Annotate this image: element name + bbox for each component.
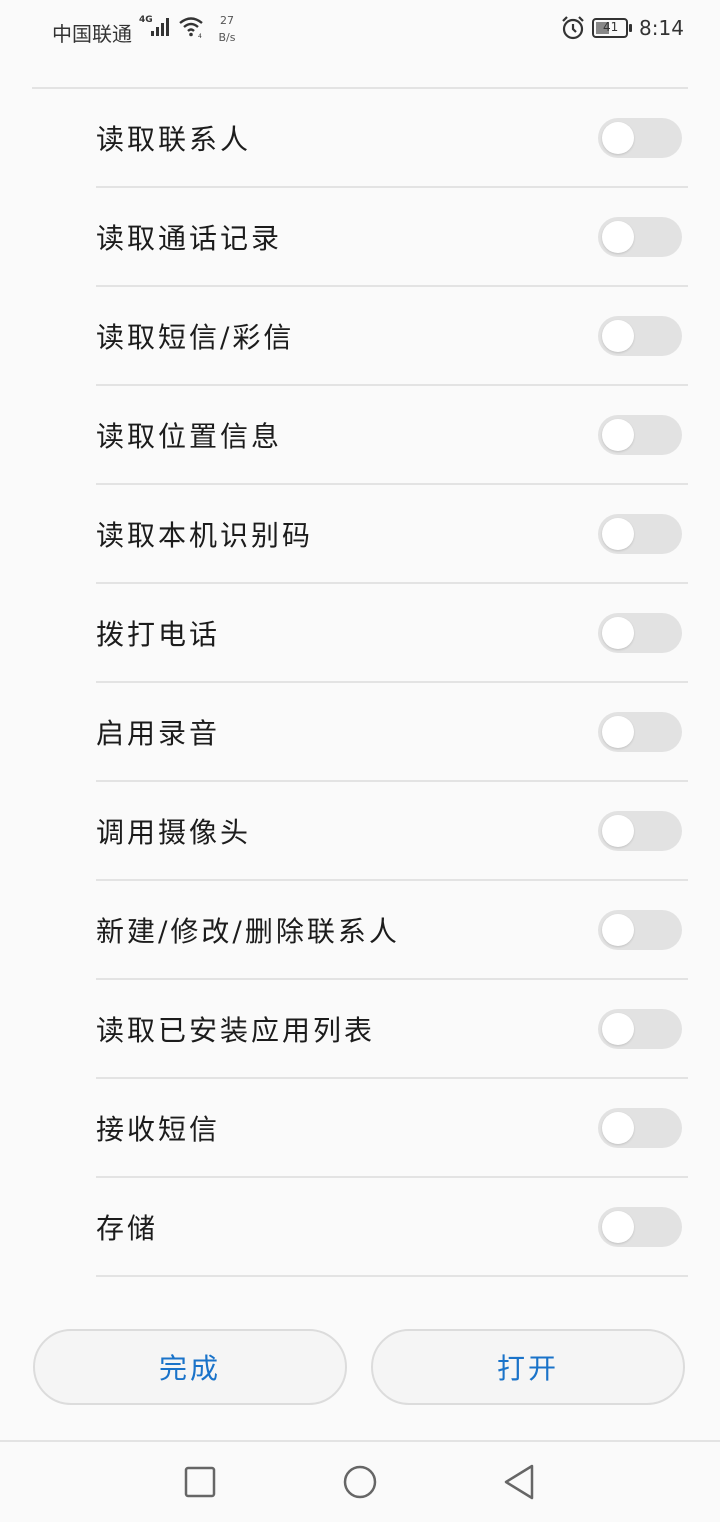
permission-label: 读取联系人 (96, 122, 252, 156)
toggle-knob (602, 715, 634, 748)
permission-toggle[interactable] (598, 1008, 682, 1049)
toggle-knob (602, 1012, 634, 1045)
permission-row[interactable]: 读取位置信息 (96, 386, 688, 485)
permission-label: 接收短信 (96, 1112, 221, 1146)
network-speed: 27 B/s (216, 12, 238, 46)
permission-label: 读取通话记录 (96, 221, 283, 255)
home-icon[interactable] (342, 1462, 378, 1502)
permission-row[interactable]: 接收短信 (96, 1079, 688, 1178)
toggle-knob (602, 616, 634, 649)
permission-label: 启用录音 (96, 716, 221, 750)
permission-row[interactable]: 新建/修改/删除联系人 (96, 881, 688, 980)
permission-label: 读取位置信息 (96, 419, 283, 453)
permission-row[interactable]: 存储 (96, 1178, 688, 1277)
carrier-name: 中国联通 (52, 22, 132, 46)
alarm-icon (562, 16, 584, 40)
toggle-knob (602, 913, 634, 946)
permission-row[interactable]: 读取联系人 (96, 89, 688, 188)
open-button[interactable]: 打开 (371, 1329, 685, 1405)
permission-toggle[interactable] (598, 414, 682, 455)
network-speed-unit: B/s (218, 31, 236, 44)
recent-apps-icon[interactable] (184, 1462, 216, 1502)
battery-level: 41 (603, 20, 619, 34)
toggle-knob (602, 517, 634, 550)
permission-toggle[interactable] (598, 315, 682, 356)
back-icon[interactable] (502, 1462, 536, 1502)
done-button[interactable]: 完成 (33, 1329, 347, 1405)
permission-toggle[interactable] (598, 909, 682, 950)
network-speed-value: 27 (220, 14, 234, 27)
permission-toggle[interactable] (598, 711, 682, 752)
status-bar: 中国联通 4G 4 27 B/s 41 8:14 (0, 0, 720, 58)
toggle-knob (602, 319, 634, 352)
permission-row[interactable]: 调用摄像头 (96, 782, 688, 881)
wifi-icon: 4 (179, 17, 203, 39)
permission-label: 读取短信/彩信 (96, 320, 295, 354)
permission-label: 读取已安装应用列表 (96, 1013, 376, 1047)
permission-toggle[interactable] (598, 810, 682, 851)
permission-row[interactable]: 读取通话记录 (96, 188, 688, 287)
toggle-knob (602, 418, 634, 451)
permission-label: 读取本机识别码 (96, 518, 314, 552)
permission-toggle[interactable] (598, 117, 682, 158)
permission-toggle[interactable] (598, 216, 682, 257)
permission-row[interactable]: 启用录音 (96, 683, 688, 782)
navigation-bar (0, 1440, 720, 1522)
toggle-knob (602, 121, 634, 154)
permission-row[interactable]: 读取已安装应用列表 (96, 980, 688, 1079)
permission-row[interactable]: 读取本机识别码 (96, 485, 688, 584)
toggle-knob (602, 1210, 634, 1243)
toggle-knob (602, 220, 634, 253)
permission-label: 新建/修改/删除联系人 (96, 914, 400, 948)
permission-label: 调用摄像头 (96, 815, 252, 849)
toggle-knob (602, 814, 634, 847)
permission-list: 读取联系人 读取通话记录 读取短信/彩信 读取位置信息 读取本机识别码 拨打电话… (0, 89, 720, 1277)
clock: 8:14 (639, 16, 684, 40)
svg-text:4: 4 (198, 33, 202, 39)
permission-toggle[interactable] (598, 513, 682, 554)
permission-label: 存储 (96, 1211, 159, 1245)
permission-toggle[interactable] (598, 612, 682, 653)
permission-label: 拨打电话 (96, 617, 221, 651)
permission-row[interactable]: 拨打电话 (96, 584, 688, 683)
permission-toggle[interactable] (598, 1107, 682, 1148)
permission-toggle[interactable] (598, 1206, 682, 1247)
signal-icon (151, 18, 169, 36)
permission-row[interactable]: 读取短信/彩信 (96, 287, 688, 386)
toggle-knob (602, 1111, 634, 1144)
